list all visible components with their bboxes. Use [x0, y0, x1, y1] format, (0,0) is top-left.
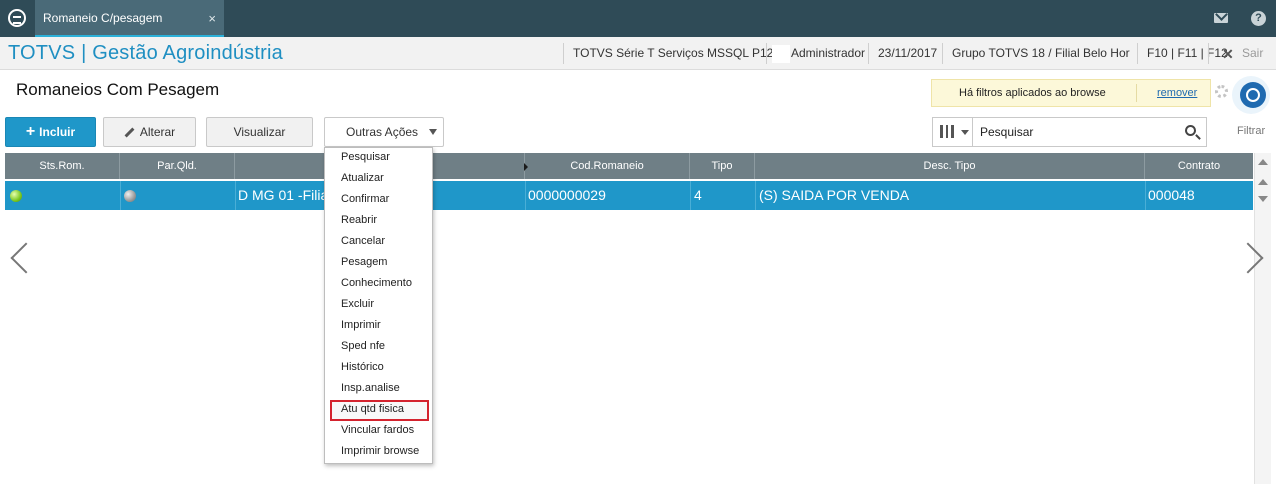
top-bar: Romaneio C/pesagem [02.9.0067] × ?: [0, 0, 1276, 62]
menu-item[interactable]: Insp.analise: [341, 378, 433, 399]
column-par-qld[interactable]: Par.Qld.: [120, 153, 235, 179]
remove-filter-link[interactable]: remover: [1157, 80, 1197, 106]
other-actions-label: Outras Ações: [346, 125, 419, 139]
chevron-down-icon: [429, 129, 437, 135]
search-input[interactable]: [974, 118, 1174, 146]
other-actions-button[interactable]: Outras Ações: [324, 117, 444, 147]
divider: [1137, 43, 1138, 64]
table-row[interactable]: D MG 01 -Filia 0000000029 4 (S) SAIDA PO…: [5, 181, 1253, 210]
divider: [563, 43, 564, 64]
menu-item[interactable]: Pesagem: [341, 252, 433, 273]
menu-item[interactable]: Atualizar: [341, 168, 433, 189]
cell-divider: [120, 181, 121, 210]
view-button[interactable]: Visualizar: [206, 117, 313, 147]
column-tipo[interactable]: Tipo: [690, 153, 755, 179]
column-contrato[interactable]: Contrato: [1145, 153, 1253, 179]
cell-divider: [755, 181, 756, 210]
filter-search-icon[interactable]: [1240, 82, 1266, 108]
menu-item[interactable]: Atu qtd fisica: [341, 399, 433, 420]
menu-item[interactable]: Conhecimento: [341, 273, 433, 294]
tab-romaneio[interactable]: Romaneio C/pesagem [02.9.0067] ×: [35, 0, 224, 62]
menu-item[interactable]: Excluir: [341, 294, 433, 315]
status-gray-icon: [124, 190, 136, 202]
menu-item[interactable]: Imprimir: [341, 315, 433, 336]
view-label: Visualizar: [233, 125, 286, 139]
shortcut-keys: F10 | F11 | F12: [1147, 46, 1228, 60]
status-green-icon: [10, 190, 22, 202]
divider: [942, 43, 943, 64]
gear-icon[interactable]: [1215, 85, 1228, 98]
brand-title: TOTVS | Gestão Agroindústria: [8, 42, 283, 64]
pencil-icon: [124, 127, 135, 138]
search-icon[interactable]: [1185, 125, 1196, 136]
cell-divider: [690, 181, 691, 210]
menu-item[interactable]: Reabrir: [341, 210, 433, 231]
help-icon[interactable]: ?: [1251, 11, 1266, 26]
menu-item[interactable]: Histórico: [341, 357, 433, 378]
menu-item[interactable]: Confirmar: [341, 189, 433, 210]
column-sts-rom[interactable]: Sts.Rom.: [5, 153, 120, 179]
filter-button-label: Filtrar: [1237, 125, 1266, 137]
menu-item[interactable]: Imprimir browse: [341, 441, 433, 462]
divider: [1208, 43, 1209, 64]
divider: [766, 43, 767, 64]
cell-filial: D MG 01 -Filia: [238, 187, 329, 203]
cell-desc-tipo: (S) SAIDA POR VENDA: [759, 187, 910, 203]
scroll-down-icon[interactable]: [1258, 196, 1268, 202]
tab-close-icon[interactable]: ×: [208, 0, 216, 37]
chevron-down-icon: [961, 130, 969, 135]
search-bar: [932, 117, 1207, 147]
scroll-top-icon[interactable]: [1258, 159, 1268, 165]
include-label: Incluir: [39, 125, 76, 139]
filter-notice: Há filtros aplicados ao browse remover: [931, 79, 1211, 107]
menu-item[interactable]: Cancelar: [341, 231, 433, 252]
cell-cod-romaneio: 0000000029: [528, 187, 606, 203]
previous-arrow-icon[interactable]: [10, 242, 42, 274]
menu-item[interactable]: Pesquisar: [341, 147, 433, 168]
vertical-scrollbar[interactable]: [1254, 153, 1271, 484]
user-name: Administrador: [791, 46, 866, 60]
cell-divider: [235, 181, 236, 210]
cell-divider: [1145, 181, 1146, 210]
divider: [868, 43, 869, 64]
menu-item[interactable]: Sped nfe: [341, 336, 433, 357]
edit-button[interactable]: Alterar: [103, 117, 196, 147]
columns-icon: [940, 125, 954, 138]
column-desc-tipo[interactable]: Desc. Tipo: [755, 153, 1145, 179]
edit-label: Alterar: [139, 125, 176, 139]
sort-indicator-icon: [524, 163, 528, 171]
cell-contrato: 000048: [1148, 187, 1195, 203]
logout-x-icon[interactable]: ✕: [1222, 46, 1234, 63]
divider: [1136, 84, 1137, 102]
grid-header: Sts.Rom. Par.Qld. Cod.Romaneio Tipo Desc…: [5, 153, 1253, 179]
environment-info: TOTVS Série T Serviços MSSQL P12_: [573, 46, 780, 60]
totvs-logo-icon[interactable]: [8, 9, 26, 27]
column-cod-romaneio[interactable]: Cod.Romaneio: [525, 153, 690, 179]
app-header: TOTVS | Gestão Agroindústria TOTVS Série…: [0, 37, 1276, 70]
include-button[interactable]: + Incluir: [5, 117, 96, 147]
session-date: 23/11/2017: [878, 46, 938, 60]
cell-tipo: 4: [694, 187, 702, 203]
logout-button[interactable]: Sair: [1242, 37, 1263, 70]
company-info: Grupo TOTVS 18 / Filial Belo Hor: [952, 46, 1130, 60]
mail-icon[interactable]: [1214, 13, 1228, 23]
avatar: [772, 45, 790, 63]
plus-icon: +: [25, 123, 36, 140]
menu-item[interactable]: Vincular fardos: [341, 420, 433, 441]
page-title: Romaneios Com Pesagem: [16, 80, 220, 99]
scroll-up-icon[interactable]: [1258, 179, 1268, 185]
filter-message: Há filtros aplicados ao browse: [959, 87, 1106, 99]
cell-divider: [525, 181, 526, 210]
columns-button[interactable]: [933, 118, 973, 146]
